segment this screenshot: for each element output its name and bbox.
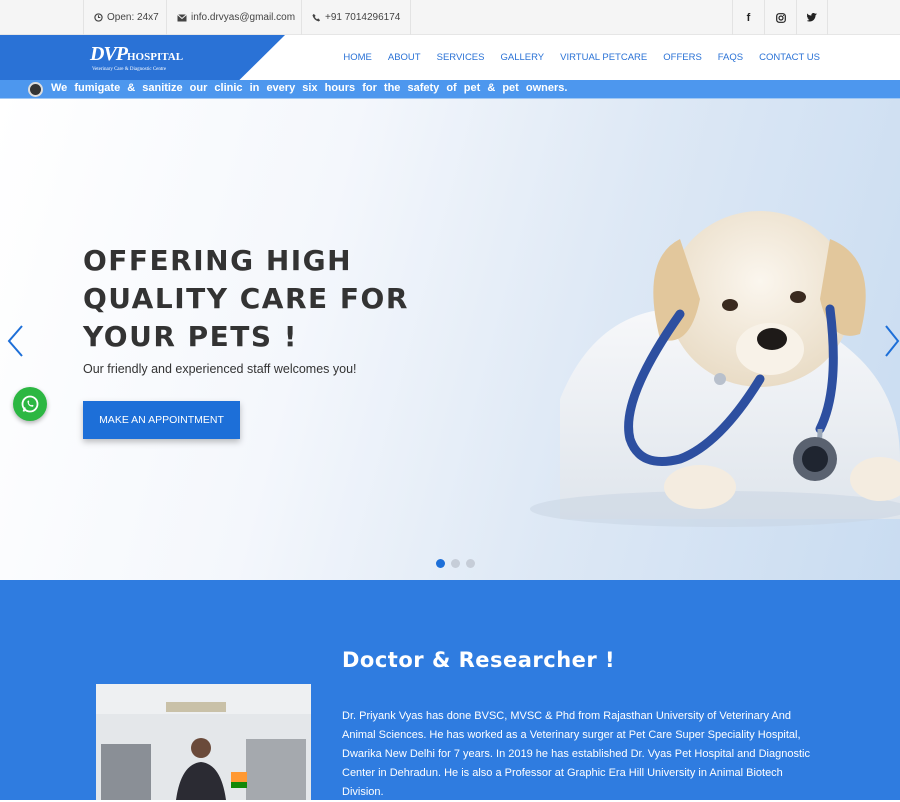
logo-mark: DVP <box>90 43 128 65</box>
doctor-section: Doctor & Researcher ! Dr. Priyank Vyas h… <box>0 580 900 800</box>
main-nav: HOME ABOUT SERVICES GALLERY VIRTUAL PETC… <box>327 35 820 80</box>
hero-subtitle: Our friendly and experienced staff welco… <box>83 362 357 376</box>
phone-icon <box>312 13 321 22</box>
slide-dot-1[interactable] <box>436 559 445 568</box>
nav-contact-us[interactable]: CONTACT US <box>759 52 820 63</box>
next-slide-arrow-icon[interactable] <box>884 324 900 358</box>
envelope-icon <box>177 13 187 21</box>
phone-link[interactable]: +91 7014296174 <box>301 0 412 35</box>
hero-title-line: OFFERING HIGH <box>83 244 353 277</box>
prev-slide-arrow-icon[interactable] <box>6 324 24 358</box>
phone-text: +91 7014296174 <box>325 12 401 23</box>
doctor-photo <box>96 684 311 800</box>
nav-gallery[interactable]: GALLERY <box>500 52 544 63</box>
twitter-icon <box>807 13 817 22</box>
whatsapp-button[interactable] <box>13 387 47 421</box>
slider-dots <box>436 559 475 568</box>
nav-services[interactable]: SERVICES <box>437 52 485 63</box>
nav-virtual-petcare[interactable]: VIRTUAL PETCARE <box>560 52 647 63</box>
top-bar: Open: 24x7 info.drvyas@gmail.com +91 701… <box>0 0 900 35</box>
email-link[interactable]: info.drvyas@gmail.com <box>166 0 305 35</box>
instagram-icon <box>775 12 786 23</box>
clock-icon <box>94 13 103 22</box>
hero-title: OFFERING HIGH QUALITY CARE FOR YOUR PETS… <box>83 242 443 356</box>
doctor-photo-illustration <box>96 684 311 800</box>
logo-subtitle: Veterinary Care & Diagnostic Centre <box>92 67 167 72</box>
nav-faqs[interactable]: FAQS <box>718 52 743 63</box>
hero-title-line: QUALITY CARE FOR <box>83 282 409 315</box>
instagram-link[interactable] <box>764 0 796 35</box>
hero-title-line: YOUR PETS ! <box>83 320 299 353</box>
notice-marquee: We fumigate & sanitize our clinic in eve… <box>0 80 900 99</box>
email-text: info.drvyas@gmail.com <box>191 12 296 23</box>
hero-slider: OFFERING HIGH QUALITY CARE FOR YOUR PETS… <box>0 99 900 580</box>
slide-dot-3[interactable] <box>466 559 475 568</box>
site-header: DVPHOSPITAL Veterinary Care & Diagnostic… <box>0 35 900 80</box>
nav-about[interactable]: ABOUT <box>388 52 421 63</box>
opening-hours: Open: 24x7 <box>83 0 169 35</box>
facebook-icon: f <box>746 11 751 24</box>
make-appointment-button[interactable]: MAKE AN APPOINTMENT <box>83 401 240 439</box>
opening-hours-text: Open: 24x7 <box>107 12 159 23</box>
slide-dot-2[interactable] <box>451 559 460 568</box>
notice-text: We fumigate & sanitize our clinic in eve… <box>51 82 568 94</box>
nav-home[interactable]: HOME <box>343 52 372 63</box>
nav-offers[interactable]: OFFERS <box>663 52 702 63</box>
doctor-bio: Dr. Priyank Vyas has done BVSC, MVSC & P… <box>342 710 810 798</box>
twitter-link[interactable] <box>796 0 828 35</box>
hospital-logo[interactable]: DVPHOSPITAL Veterinary Care & Diagnostic… <box>90 43 184 72</box>
whatsapp-icon <box>21 395 39 413</box>
facebook-link[interactable]: f <box>732 0 764 35</box>
notice-avatar-icon <box>28 82 43 97</box>
doctor-section-title: Doctor & Researcher ! <box>342 648 616 672</box>
logo-text: HOSPITAL <box>127 51 184 63</box>
